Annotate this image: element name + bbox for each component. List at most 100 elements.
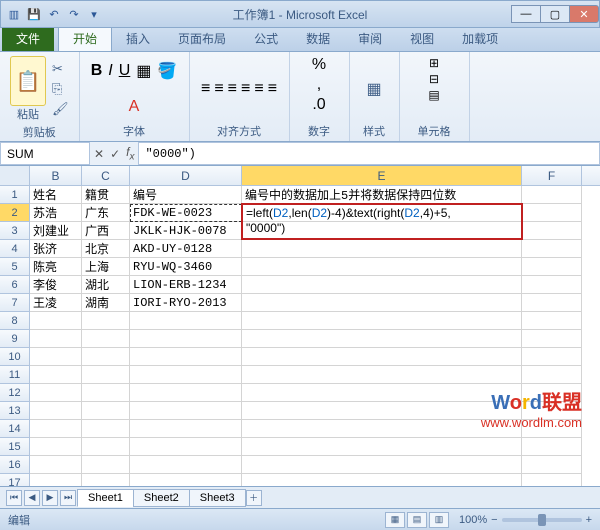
format-painter-icon[interactable]: 🖌 <box>52 101 69 117</box>
styles-icon[interactable]: ▦ <box>363 69 385 109</box>
undo-icon[interactable]: ↶ <box>45 5 63 23</box>
percent-icon[interactable]: % <box>312 56 326 74</box>
cell[interactable]: 王凌 <box>30 294 82 312</box>
col-header[interactable]: E <box>242 166 522 185</box>
cell[interactable] <box>242 312 522 330</box>
comma-icon[interactable]: , <box>317 76 321 94</box>
cell[interactable] <box>130 330 242 348</box>
sheet-tab[interactable]: Sheet2 <box>133 489 190 507</box>
cell[interactable] <box>522 438 582 456</box>
cell[interactable] <box>130 456 242 474</box>
tab-view[interactable]: 视图 <box>396 26 448 51</box>
sheet-nav-last-icon[interactable]: ⏭ <box>60 490 76 506</box>
row-header[interactable]: 3 <box>0 222 30 240</box>
row-header[interactable]: 17 <box>0 474 30 486</box>
cell[interactable] <box>82 312 130 330</box>
cell[interactable] <box>130 438 242 456</box>
tab-formulas[interactable]: 公式 <box>240 26 292 51</box>
row-header[interactable]: 11 <box>0 366 30 384</box>
cell[interactable] <box>522 366 582 384</box>
row-header[interactable]: 13 <box>0 402 30 420</box>
row-header[interactable]: 5 <box>0 258 30 276</box>
cell[interactable] <box>30 402 82 420</box>
cell[interactable] <box>30 474 82 486</box>
cell[interactable] <box>522 204 582 222</box>
cell[interactable] <box>522 186 582 204</box>
cell[interactable]: 广西 <box>82 222 130 240</box>
cell[interactable]: 张济 <box>30 240 82 258</box>
cell[interactable]: 姓名 <box>30 186 82 204</box>
decimal-icon[interactable]: .0 <box>312 96 325 114</box>
zoom-slider[interactable] <box>502 518 582 522</box>
cell[interactable] <box>130 348 242 366</box>
tab-file[interactable]: 文件 <box>2 26 54 51</box>
cell[interactable] <box>242 330 522 348</box>
cell[interactable] <box>30 456 82 474</box>
row-header[interactable]: 6 <box>0 276 30 294</box>
zoom-in-icon[interactable]: + <box>586 514 592 526</box>
cut-icon[interactable]: ✂ <box>52 61 69 77</box>
sheet-tab[interactable]: Sheet3 <box>189 489 246 507</box>
cell[interactable] <box>242 438 522 456</box>
cell[interactable]: AKD-UY-0128 <box>130 240 242 258</box>
spreadsheet-grid[interactable]: B C D E F 1姓名籍贯编号编号中的数据加上5并将数据保持四位数2苏浩广东… <box>0 166 600 486</box>
cell[interactable]: 编号中的数据加上5并将数据保持四位数 <box>242 186 522 204</box>
cell[interactable] <box>82 348 130 366</box>
cell[interactable]: RYU-WQ-3460 <box>130 258 242 276</box>
close-button[interactable]: ✕ <box>569 5 599 23</box>
cell[interactable] <box>242 456 522 474</box>
cell[interactable] <box>242 294 522 312</box>
align-left-icon[interactable]: ≡ <box>241 80 250 98</box>
cell[interactable] <box>130 366 242 384</box>
cell[interactable]: IORI-RYO-2013 <box>130 294 242 312</box>
view-pagebreak-icon[interactable]: ▥ <box>429 512 449 528</box>
cell[interactable] <box>130 384 242 402</box>
row-header[interactable]: 8 <box>0 312 30 330</box>
cell[interactable] <box>30 366 82 384</box>
cell[interactable] <box>242 240 522 258</box>
cell[interactable]: JKLK-HJK-0078 <box>130 222 242 240</box>
cell[interactable]: 广东 <box>82 204 130 222</box>
cell[interactable] <box>82 456 130 474</box>
bold-icon[interactable]: B <box>91 62 103 80</box>
cell[interactable] <box>242 366 522 384</box>
fx-icon[interactable]: fx <box>126 145 134 162</box>
cell[interactable]: 苏浩 <box>30 204 82 222</box>
tab-review[interactable]: 审阅 <box>344 26 396 51</box>
cell[interactable] <box>522 240 582 258</box>
cell[interactable] <box>30 438 82 456</box>
cell[interactable] <box>522 348 582 366</box>
col-header[interactable]: F <box>522 166 582 185</box>
cell[interactable]: 籍贯 <box>82 186 130 204</box>
col-header[interactable]: D <box>130 166 242 185</box>
cell[interactable]: FDK-WE-0023 <box>130 204 242 222</box>
align-middle-icon[interactable]: ≡ <box>214 80 223 98</box>
cell[interactable] <box>30 330 82 348</box>
row-header[interactable]: 14 <box>0 420 30 438</box>
italic-icon[interactable]: I <box>108 62 112 80</box>
formula-input[interactable]: "0000") <box>138 142 600 165</box>
tab-layout[interactable]: 页面布局 <box>164 26 240 51</box>
cell[interactable]: 湖南 <box>82 294 130 312</box>
cell[interactable] <box>522 474 582 486</box>
cell[interactable] <box>522 222 582 240</box>
align-center-icon[interactable]: ≡ <box>254 80 263 98</box>
cell[interactable] <box>130 420 242 438</box>
cell[interactable] <box>522 276 582 294</box>
cell[interactable] <box>30 348 82 366</box>
row-header[interactable]: 12 <box>0 384 30 402</box>
fill-color-icon[interactable]: 🪣 <box>157 61 177 81</box>
cell[interactable]: 北京 <box>82 240 130 258</box>
zoom-control[interactable]: 100% − + <box>459 514 592 526</box>
cell[interactable] <box>130 474 242 486</box>
cell[interactable] <box>522 258 582 276</box>
align-top-icon[interactable]: ≡ <box>201 80 210 98</box>
tab-insert[interactable]: 插入 <box>112 26 164 51</box>
view-normal-icon[interactable]: ▦ <box>385 512 405 528</box>
select-all-corner[interactable] <box>0 166 30 185</box>
cell[interactable] <box>30 312 82 330</box>
cell[interactable] <box>522 456 582 474</box>
zoom-out-icon[interactable]: − <box>491 514 497 526</box>
row-header[interactable]: 7 <box>0 294 30 312</box>
minimize-button[interactable]: — <box>511 5 541 23</box>
